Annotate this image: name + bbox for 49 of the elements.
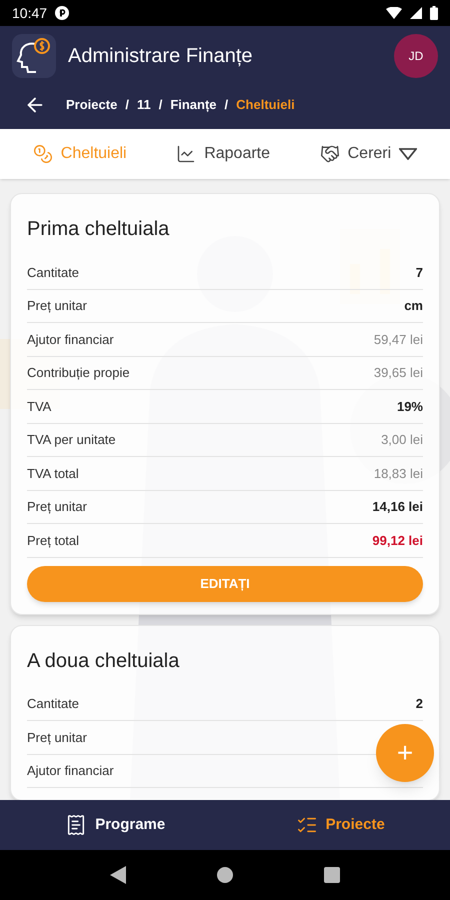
wifi-icon: [386, 7, 402, 19]
user-avatar[interactable]: JD: [394, 34, 438, 78]
signal-icon: [410, 7, 422, 19]
back-icon[interactable]: [110, 866, 126, 884]
chart-icon: [176, 144, 196, 164]
tab[interactable]: Rapoarte: [176, 142, 270, 166]
breadcrumb-item[interactable]: Proiecte: [66, 95, 118, 115]
status-time: 10:47: [12, 4, 48, 22]
breadcrumb-item[interactable]: Cheltuieli: [236, 95, 295, 115]
row-label: Contribuție propie: [27, 364, 130, 382]
row-value: 59,47 lei: [374, 330, 423, 348]
nav-item[interactable]: Programe: [65, 814, 166, 836]
row-value: 2: [416, 695, 423, 713]
breadcrumb-separator: /: [224, 96, 228, 114]
nav-item[interactable]: Proiecte: [296, 814, 385, 836]
row-label: Cantitate: [27, 264, 80, 282]
breadcrumb-separator: /: [158, 96, 162, 114]
handshake-icon: [320, 144, 340, 164]
breadcrumb-item[interactable]: 11: [136, 95, 151, 115]
row-label: TVA total: [27, 464, 79, 482]
row-label: Preț unitar: [27, 728, 87, 747]
battery-icon: [430, 6, 438, 20]
row-label: Ajutor financiar: [27, 330, 114, 349]
breadcrumb-item[interactable]: Finanțe: [170, 95, 217, 115]
card-title: A doua cheltuiala: [26, 648, 180, 674]
row-value: 7: [416, 264, 423, 282]
coins-icon: [32, 144, 53, 164]
recents-icon[interactable]: [324, 867, 340, 883]
row-value: 14,16 lei: [372, 498, 423, 516]
notification-icon: [55, 6, 70, 20]
row-value: 18,83 lei: [374, 464, 423, 482]
row-label: TVA per unitate: [27, 431, 116, 449]
row-value: 99,12 lei: [372, 532, 423, 550]
app-logo-icon: [12, 34, 56, 78]
row-value: 3,00 lei: [381, 431, 423, 449]
card-title: Prima cheltuiala: [26, 217, 170, 242]
tab[interactable]: Cereri: [320, 142, 418, 166]
row-label: TVA: [27, 398, 52, 416]
breadcrumb-separator: /: [125, 96, 129, 114]
row-label: Cantitate: [27, 695, 80, 713]
row-value: 19%: [396, 398, 423, 416]
row-value: cm: [404, 297, 423, 315]
row-label: Preț unitar: [27, 297, 87, 315]
row-label: Ajutor financiar: [27, 762, 114, 780]
row-label: Preț unitar: [27, 498, 87, 516]
app-title: Administrare Finanțe: [68, 44, 254, 69]
home-icon[interactable]: [216, 867, 233, 883]
row-label: Preț total: [27, 532, 80, 550]
row-value: 39,65 lei: [374, 364, 423, 382]
